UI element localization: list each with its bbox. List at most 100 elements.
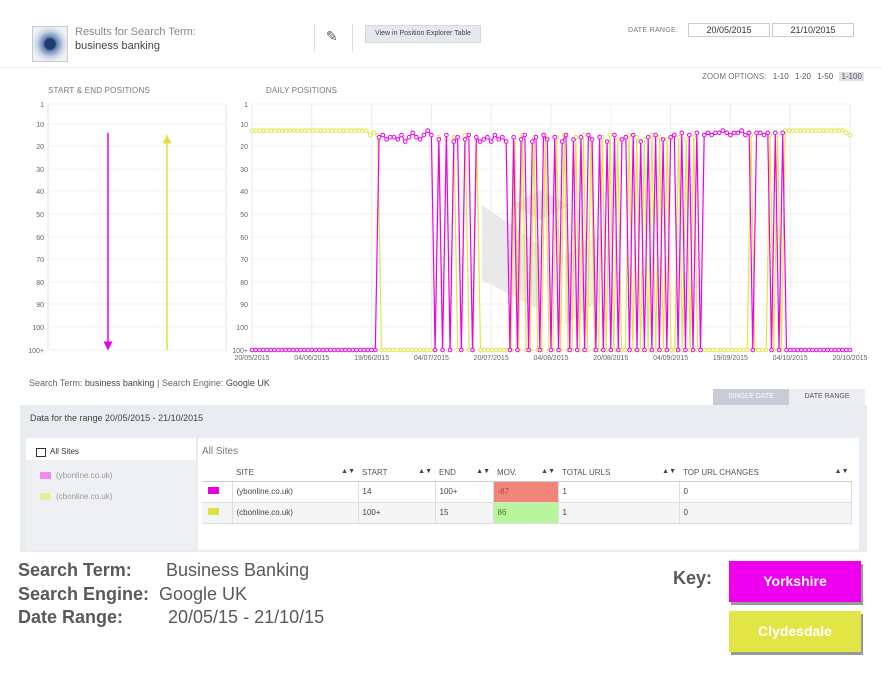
cbonline-point	[763, 347, 769, 353]
x-tick-label: 20/07/2015	[474, 355, 509, 362]
cbonline-point	[295, 128, 301, 133]
ybonline-point	[672, 132, 677, 138]
cbonline-point	[668, 347, 674, 353]
sort-icon[interactable]: ▲▼	[541, 468, 555, 475]
total-urls-cell: 1	[558, 481, 680, 503]
y-tick-label: 70	[36, 257, 44, 264]
ybonline-point	[683, 347, 688, 353]
sort-icon[interactable]: ▲▼	[341, 468, 355, 475]
ybonline-point	[836, 347, 842, 353]
ybonline-point	[589, 137, 595, 142]
x-tick-label: 20/10/2015	[832, 355, 867, 362]
x-tick-label: 19/09/2015	[713, 355, 748, 362]
ybonline-point	[283, 347, 288, 353]
cbonline-point	[280, 128, 285, 133]
ybonline-point	[440, 347, 445, 353]
cbonline-point	[249, 128, 255, 133]
cbonline-point	[760, 347, 765, 353]
ybonline-point	[698, 347, 703, 353]
ybonline-point	[769, 347, 774, 353]
ybonline-point	[287, 347, 292, 353]
ybonline-point	[675, 347, 681, 353]
ybonline-point	[649, 347, 655, 353]
column-header-mov[interactable]: MOV. ▲▼	[493, 465, 558, 482]
ybonline-point	[488, 139, 494, 144]
sort-icon[interactable]: ▲▼	[418, 468, 432, 475]
site-filter-label: (cbonline.co.uk)	[56, 492, 113, 501]
cbonline-point	[257, 128, 262, 133]
start-cell: 14	[358, 481, 436, 503]
x-tick-label: 04/08/2015	[533, 355, 568, 362]
ybonline-point	[421, 132, 427, 138]
sort-icon[interactable]: ▲▼	[476, 468, 490, 475]
ybonline-point	[503, 139, 509, 144]
ybonline-point	[320, 347, 326, 353]
range-data-panel: Data for the range 20/05/2015 - 21/10/20…	[20, 405, 867, 552]
ybonline-point	[690, 347, 696, 353]
ybonline-point	[380, 132, 386, 138]
cbonline-point	[299, 128, 304, 133]
cbonline-point	[329, 128, 335, 133]
tab-single-date[interactable]: SINGLE DATE	[713, 389, 789, 405]
cbonline-point	[291, 128, 297, 133]
y-tick-label: 90	[240, 302, 248, 309]
tab-date-range[interactable]: DATE RANGE	[789, 389, 865, 405]
cbonline-point	[451, 134, 457, 140]
cbonline-point	[413, 347, 419, 353]
cbonline-point	[360, 128, 365, 133]
ybonline-point	[709, 132, 715, 138]
sort-icon[interactable]: ▲▼	[835, 468, 849, 475]
column-header-total-urls[interactable]: TOTAL URLS ▲▼	[558, 465, 679, 482]
table-row[interactable]: (cbonline.co.uk) 100+ 15 86 1 0	[202, 502, 852, 524]
column-header-start[interactable]: START ▲▼	[358, 465, 435, 482]
cbonline-point	[725, 347, 731, 353]
ybonline-point	[679, 130, 685, 136]
left-plot-area	[47, 103, 227, 351]
ybonline-point	[358, 347, 363, 353]
ybonline-point	[612, 132, 617, 138]
cbonline-point	[371, 130, 377, 136]
column-header-top-url-changes[interactable]: TOP URL CHANGES ▲▼	[679, 465, 852, 482]
cbonline-point	[398, 347, 403, 353]
sort-icon[interactable]: ▲▼	[662, 468, 676, 475]
ybonline-point	[402, 139, 408, 144]
cbonline-point	[489, 347, 495, 353]
ybonline-point	[556, 347, 561, 353]
ybonline-point	[275, 347, 281, 353]
row-color-cell	[202, 481, 233, 503]
all-sites-title: All Sites	[202, 446, 239, 457]
ybonline-point	[290, 347, 296, 353]
search-term-label: Search Term:	[29, 378, 83, 388]
y-tick-label: 100	[32, 325, 44, 332]
cbonline-point	[341, 128, 346, 133]
cbonline-point	[284, 128, 289, 133]
ybonline-point	[817, 347, 823, 353]
site-filter-cbonline[interactable]: (cbonline.co.uk)	[36, 489, 192, 505]
x-tick-label: 04/09/2015	[653, 355, 688, 362]
ybonline-point	[425, 128, 431, 133]
column-label: SITE	[236, 468, 254, 478]
ybonline-point	[518, 137, 524, 142]
ybonline-point	[773, 130, 778, 136]
column-header-site[interactable]: SITE ▲▼	[232, 465, 358, 482]
movement-cell: -87	[493, 481, 559, 503]
cbonline-point	[478, 347, 483, 353]
total-urls-cell: 1	[558, 502, 680, 524]
y-tick-label: 90	[36, 302, 44, 309]
cbonline-point	[821, 128, 826, 133]
cbonline-point	[836, 128, 841, 133]
table-row[interactable]: (ybonline.co.uk) 14 100+ -87 1 0	[202, 481, 852, 503]
cbonline-point	[424, 347, 430, 353]
column-header-end[interactable]: END ▲▼	[435, 465, 493, 482]
cbonline-point	[786, 128, 792, 133]
search-term-value: business banking	[84, 378, 155, 388]
y-tick-label: 70	[240, 257, 248, 264]
ybonline-point	[414, 134, 419, 140]
all-sites-checkbox[interactable]	[36, 448, 46, 457]
y-tick-label: 60	[240, 235, 248, 242]
ybonline-point	[537, 347, 543, 353]
ybonline-point	[313, 347, 318, 353]
site-filter-ybonline[interactable]: (ybonline.co.uk)	[36, 468, 192, 484]
x-tick-label: 04/10/2015	[773, 355, 808, 362]
cbonline-point	[664, 137, 670, 142]
